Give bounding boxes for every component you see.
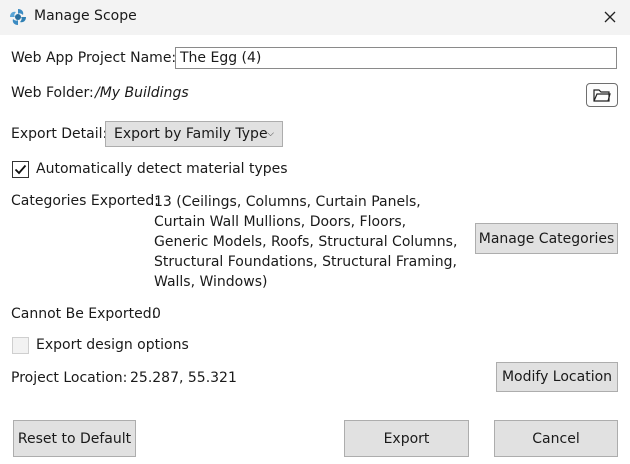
close-icon <box>604 11 616 23</box>
design-options-checkbox[interactable] <box>12 337 29 354</box>
auto-detect-label: Automatically detect material types <box>36 161 288 177</box>
reset-to-default-button[interactable]: Reset to Default <box>13 420 136 457</box>
close-button[interactable] <box>596 4 624 30</box>
title-bar: Manage Scope <box>0 0 630 35</box>
browse-folder-button[interactable] <box>586 83 618 107</box>
categories-value: 13 (Ceilings, Columns, Curtain Panels, C… <box>154 194 458 290</box>
cancel-button[interactable]: Cancel <box>494 420 618 457</box>
project-name-input[interactable]: The Egg (4) <box>175 47 617 69</box>
chevron-down-icon: ⌵ <box>267 129 274 139</box>
location-value: 25.287, 55.321 <box>130 370 237 386</box>
cannot-export-label: Cannot Be Exported: <box>11 306 157 322</box>
design-options-label: Export design options <box>36 337 189 353</box>
export-detail-label: Export Detail: <box>11 126 108 142</box>
modify-location-button[interactable]: Modify Location <box>496 362 618 392</box>
checkmark-icon <box>14 164 27 175</box>
location-label: Project Location: <box>11 370 128 386</box>
project-name-label: Web App Project Name: <box>11 50 177 66</box>
categories-label: Categories Exported: <box>11 193 159 209</box>
web-folder-path: /My Buildings <box>95 85 189 101</box>
cannot-export-value: 0 <box>152 306 161 322</box>
fan-logo-icon <box>10 9 26 25</box>
export-detail-dropdown[interactable]: Export by Family Type ⌵ <box>105 121 283 147</box>
folder-icon <box>593 89 611 102</box>
auto-detect-checkbox[interactable] <box>12 161 29 178</box>
export-detail-value: Export by Family Type <box>114 126 268 142</box>
window-title: Manage Scope <box>34 8 137 24</box>
export-button[interactable]: Export <box>344 420 469 457</box>
web-folder-label: Web Folder: <box>11 85 94 101</box>
manage-categories-button[interactable]: Manage Categories <box>475 223 618 254</box>
